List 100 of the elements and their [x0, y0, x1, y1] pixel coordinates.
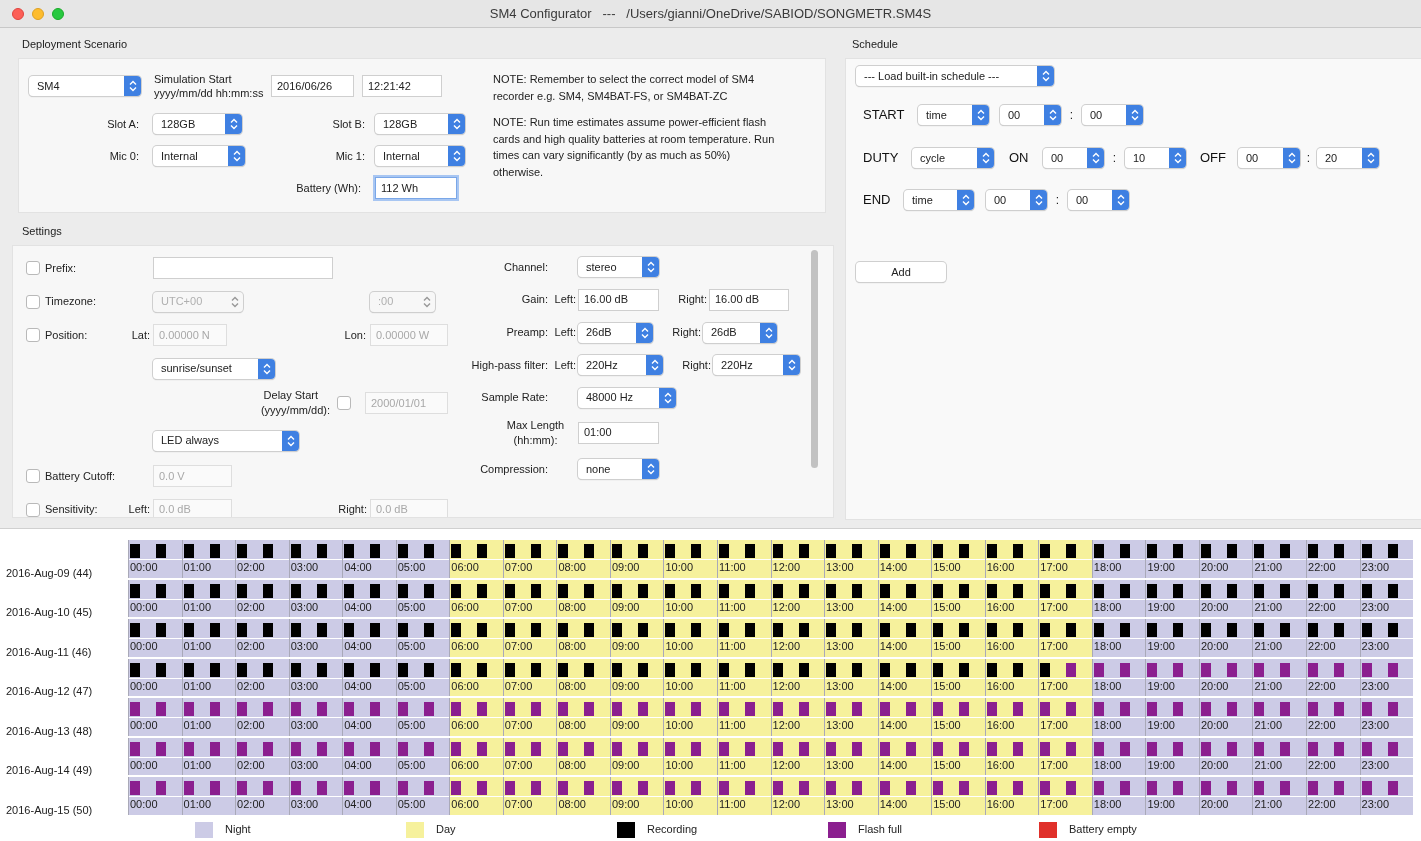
hour-label: 09:00 [610, 678, 641, 693]
hour-label: 08:00 [557, 718, 587, 732]
hour-dropdown[interactable]: 00 [1000, 105, 1061, 125]
hour-label: 08:00 [557, 678, 587, 693]
hour-label: 06:00 [450, 797, 480, 811]
field-label: (hh:mm): [513, 432, 558, 448]
hour-label: 20:00 [1199, 757, 1230, 772]
hour-label: 18:00 [1092, 678, 1123, 693]
chevron-updown-icon [636, 322, 653, 343]
hour-label: 02:00 [236, 599, 266, 614]
slot-dropdown[interactable]: 128GB [375, 114, 465, 134]
sun-mode-dropdown[interactable]: sunrise/sunset [153, 358, 275, 379]
field-label: Right: [671, 325, 702, 341]
hour-label: 12:00 [771, 797, 802, 811]
channel-dropdown[interactable]: stereo [578, 257, 659, 277]
hour-label: 06:00 [450, 639, 480, 653]
hour-label: 18:00 [1092, 560, 1123, 574]
hour-label: 02:00 [236, 560, 266, 574]
chevron-updown-icon [642, 257, 659, 277]
time-field[interactable]: 12:21:42 [362, 75, 442, 97]
hour-label: 21:00 [1253, 718, 1283, 732]
field-label: Position: [45, 327, 89, 343]
start-mode-dropdown[interactable]: time [918, 105, 989, 125]
gain-field[interactable]: 16.00 dB [578, 288, 659, 311]
scrollbar-thumb[interactable] [810, 250, 818, 468]
hour-label: 15:00 [932, 678, 962, 693]
slot-dropdown[interactable]: 128GB [153, 114, 242, 134]
mic-dropdown[interactable]: Internal [153, 146, 245, 166]
field-label: Lat: [130, 327, 151, 343]
preamp-dropdown[interactable]: 26dB [578, 322, 653, 343]
hour-label: 09:00 [610, 639, 641, 653]
hour-label: 03:00 [289, 718, 320, 732]
schedule-label: START [863, 106, 906, 125]
hour-label: 19:00 [1146, 599, 1176, 614]
checkbox[interactable] [26, 469, 40, 483]
hour-label: 10:00 [664, 797, 694, 811]
minute-dropdown[interactable]: 20 [1317, 148, 1379, 168]
filter-dropdown[interactable]: 220Hz [578, 355, 663, 375]
compression-dropdown[interactable]: none [578, 459, 659, 479]
hour-label: 09:00 [610, 560, 641, 574]
hour-label: 01:00 [182, 678, 213, 693]
checkbox[interactable] [337, 396, 351, 410]
hour-label: 19:00 [1146, 678, 1176, 693]
hour-label: 05:00 [396, 678, 427, 693]
prefix-field[interactable] [153, 257, 333, 279]
date-field[interactable]: 2016/06/26 [271, 75, 354, 97]
model-dropdown[interactable]: SM4 [29, 76, 141, 96]
minute-dropdown[interactable]: 00 [1068, 190, 1129, 210]
hour-label: 10:00 [664, 678, 694, 693]
hour-label: 12:00 [771, 560, 802, 574]
hour-label: 21:00 [1253, 797, 1283, 811]
hour-label: 04:00 [343, 757, 373, 772]
hour-dropdown[interactable]: 00 [986, 190, 1047, 210]
hour-label: 13:00 [825, 718, 855, 732]
field-label: Right: [681, 357, 712, 373]
colon-separator: : [1305, 150, 1312, 167]
checkbox[interactable] [26, 328, 40, 342]
hour-label: 01:00 [182, 639, 213, 653]
hour-label: 05:00 [396, 639, 427, 653]
hour-label: 22:00 [1307, 678, 1337, 693]
hour-label: 07:00 [503, 639, 534, 653]
chevron-updown-icon [228, 146, 245, 166]
chevron-updown-icon [1087, 148, 1104, 168]
checkbox[interactable] [26, 502, 40, 517]
hour-label: 15:00 [932, 639, 962, 653]
zoom-button[interactable] [52, 7, 64, 20]
mic-dropdown[interactable]: Internal [375, 146, 465, 166]
schedule-preset-dropdown[interactable]: --- Load built-in schedule --- [856, 66, 1054, 86]
hour-dropdown[interactable]: 00 [1238, 148, 1300, 168]
hour-label: 13:00 [825, 678, 855, 693]
field-label: Max Length [506, 417, 565, 433]
hour-label: 10:00 [664, 639, 694, 653]
sample-rate-dropdown[interactable]: 48000 Hz [578, 387, 676, 408]
hour-label: 05:00 [396, 797, 427, 811]
hour-label: 20:00 [1199, 560, 1230, 574]
filter-dropdown[interactable]: 220Hz [713, 355, 800, 375]
checkbox[interactable] [26, 261, 40, 275]
gain-field[interactable]: 16.00 dB [709, 288, 789, 311]
battery-field[interactable]: 112 Wh [375, 177, 457, 199]
add-button[interactable]: Add [856, 262, 946, 282]
hour-label: 00:00 [129, 560, 159, 574]
end-mode-dropdown[interactable]: time [904, 190, 974, 210]
close-button[interactable] [12, 7, 24, 20]
minute-dropdown[interactable]: 10 [1125, 148, 1186, 168]
minute-dropdown[interactable]: 00 [1082, 105, 1143, 125]
max-length-field[interactable]: 01:00 [578, 421, 659, 444]
hour-label: 12:00 [771, 757, 802, 772]
hour-label: 21:00 [1253, 678, 1283, 693]
duty-mode-dropdown[interactable]: cycle [912, 148, 994, 168]
field-label: Right: [337, 502, 368, 517]
led-mode-dropdown[interactable]: LED always [153, 430, 299, 451]
preamp-dropdown[interactable]: 26dB [703, 322, 777, 343]
minimize-button[interactable] [32, 7, 44, 20]
hour-label: 21:00 [1253, 757, 1283, 772]
hour-label: 01:00 [182, 560, 213, 574]
chevron-updown-icon [1169, 148, 1186, 168]
hour-label: 05:00 [396, 757, 427, 772]
checkbox[interactable] [26, 294, 40, 309]
hour-dropdown[interactable]: 00 [1043, 148, 1104, 168]
hour-label: 11:00 [718, 797, 747, 811]
